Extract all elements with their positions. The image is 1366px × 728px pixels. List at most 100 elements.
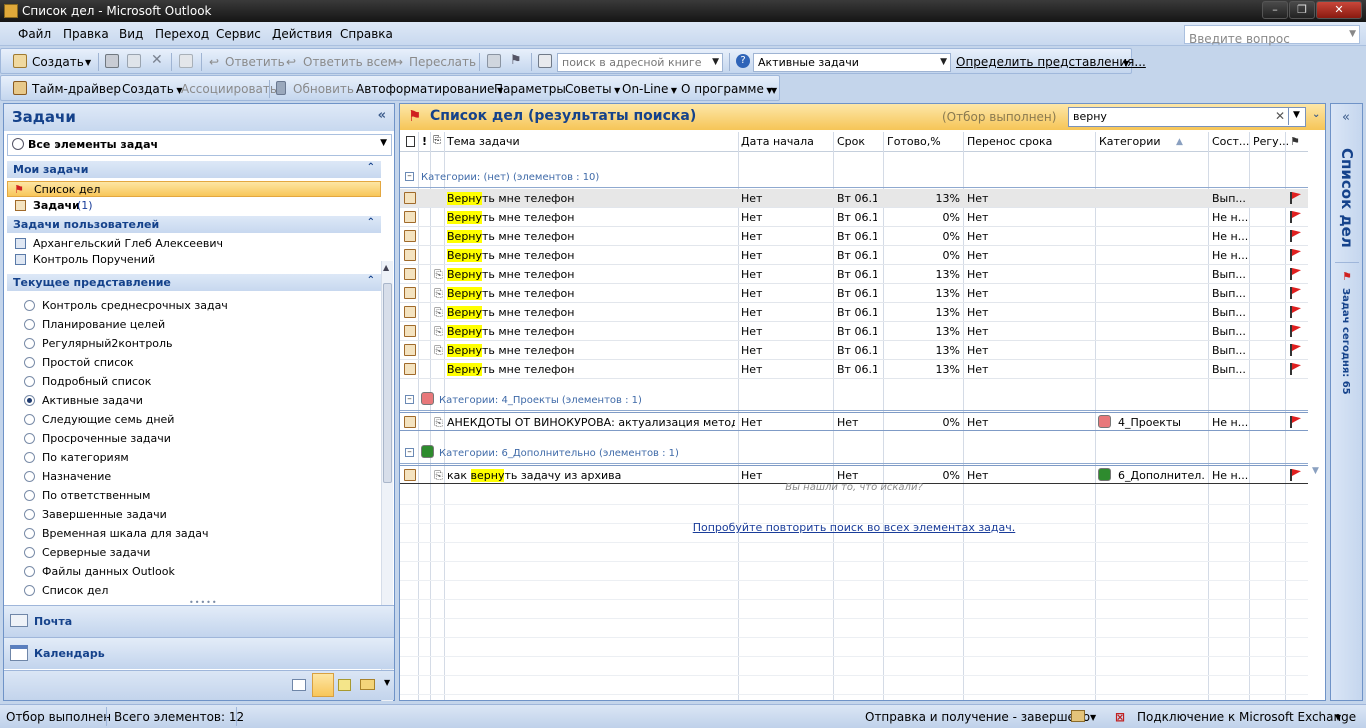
expand-search-icon[interactable]: ⌄ (1312, 109, 1320, 120)
col-subject[interactable]: Тема задачи (447, 135, 520, 148)
col-start-date[interactable]: Дата начала (741, 135, 814, 148)
menu-file[interactable]: Файл (18, 27, 51, 41)
group-header[interactable]: – Категории: 6_Дополнительно (элементов :… (400, 444, 1308, 464)
followup-flag-icon[interactable] (1290, 249, 1301, 261)
task-row[interactable]: Вернуть мне телефон Нет Вт 06.1... Нет Вып..… (400, 360, 1308, 379)
view-radio[interactable] (24, 319, 35, 330)
view-option-label[interactable]: По ответственным (42, 489, 150, 502)
tasks-nav-icon[interactable] (312, 673, 334, 697)
followup-flag-icon[interactable] (1290, 344, 1301, 356)
address-book-icon[interactable] (538, 54, 552, 68)
online-menu[interactable]: On-Line ▼ (622, 82, 677, 96)
nav-calendar-button[interactable]: Календарь (4, 637, 394, 669)
followup-flag-icon[interactable] (1290, 416, 1301, 428)
task-row[interactable]: ⎘ Вернуть мне телефон Нет Вт 06.1... Нет Вып.… (400, 322, 1308, 341)
params-button[interactable]: Параметры (494, 82, 566, 96)
task-row[interactable]: ⎘ Вернуть мне телефон Нет Вт 06.1... Нет Вып.… (400, 303, 1308, 322)
toolbar2-options-chevron[interactable]: ▼ (771, 86, 777, 95)
attachment-column-header[interactable]: ⎘ (433, 135, 441, 146)
group-header[interactable]: – Категории: 4_Проекты (элементов : 1) (400, 391, 1308, 411)
view-radio[interactable] (24, 509, 35, 520)
view-radio[interactable] (24, 585, 35, 596)
view-option-label[interactable]: Файлы данных Outlook (42, 565, 175, 578)
user-folder[interactable]: Архангельский Глеб Алексеевич (7, 236, 381, 252)
define-views-link[interactable]: Определить представления... (956, 55, 1146, 69)
view-radio[interactable] (24, 395, 35, 406)
task-row[interactable]: ⎘ Вернуть мне телефон Нет Вт 06.1... Нет Вып.… (400, 341, 1308, 360)
view-option-label[interactable]: Следующие семь дней (42, 413, 174, 426)
view-option-label[interactable]: Планирование целей (42, 318, 165, 331)
delete-icon[interactable]: ✕ (151, 52, 163, 68)
task-row[interactable]: Вернуть мне телефон Нет Вт 06.1... Нет Не н.… (400, 208, 1308, 227)
view-option-label[interactable]: По категориям (42, 451, 129, 464)
expand-todo-bar-icon[interactable]: « (1342, 110, 1350, 125)
my-tasks-section[interactable]: Мои задачи ⌃ (7, 161, 381, 178)
view-option-label[interactable]: Серверные задачи (42, 546, 150, 559)
view-option-label[interactable]: Подробный список (42, 375, 151, 388)
associate-button[interactable]: Ассоциировать (181, 82, 277, 96)
close-button[interactable]: ✕ (1316, 1, 1362, 19)
col-categories[interactable]: Категории (1099, 135, 1161, 148)
contacts-icon[interactable] (292, 679, 306, 691)
view-radio[interactable] (24, 338, 35, 349)
categorize-icon[interactable] (487, 54, 501, 68)
followup-flag-icon[interactable] (1290, 306, 1301, 318)
followup-flag-icon[interactable] (1290, 287, 1301, 299)
collapse-group-toggle[interactable]: – (405, 395, 414, 404)
view-radio[interactable] (24, 547, 35, 558)
autoformat-menu[interactable]: Автоформатирование ▼ (356, 82, 503, 96)
refresh-button[interactable]: Обновить (293, 82, 354, 96)
view-radio[interactable] (24, 433, 35, 444)
view-radio[interactable] (24, 300, 35, 311)
scroll-thumb[interactable] (383, 283, 392, 483)
reply-all-button[interactable]: Ответить всем (303, 55, 397, 69)
followup-flag-icon[interactable] (1290, 192, 1301, 204)
create-button[interactable]: Создать (32, 55, 84, 69)
task-row[interactable]: Вернуть мне телефон Нет Вт 06.1... Нет Вып..… (400, 189, 1308, 208)
clear-search-icon[interactable]: ✕ (1275, 109, 1285, 123)
print-icon[interactable] (105, 54, 119, 68)
folder-todo-list[interactable]: ⚑ Список дел (7, 181, 381, 197)
menu-go[interactable]: Переход (155, 27, 209, 41)
send-receive-icon[interactable] (1071, 710, 1085, 722)
view-radio[interactable] (24, 376, 35, 387)
view-radio[interactable] (24, 528, 35, 539)
followup-flag-icon[interactable] (1290, 230, 1301, 242)
group-header[interactable]: – Категории: (нет) (элементов : 10) (400, 168, 1308, 188)
configure-buttons-arrow[interactable]: ▼ (384, 678, 390, 687)
view-radio[interactable] (24, 414, 35, 425)
tips-menu[interactable]: Советы ▼ (565, 82, 620, 96)
folder-list-icon[interactable] (360, 679, 375, 690)
help-question-input[interactable]: Введите вопрос ▼ (1184, 25, 1360, 46)
current-view-section[interactable]: Текущее представление ⌃ (7, 274, 381, 291)
help-icon[interactable]: ? (736, 54, 750, 68)
view-option-label[interactable]: Назначение (42, 470, 111, 483)
menu-tools[interactable]: Сервис (216, 27, 261, 41)
view-option-label[interactable]: Активные задачи (42, 394, 143, 407)
reply-button[interactable]: Ответить (225, 55, 285, 69)
view-option-label[interactable]: Контроль среднесрочных задач (42, 299, 228, 312)
menu-help[interactable]: Справка (340, 27, 393, 41)
col-percent[interactable]: Готово,% (887, 135, 941, 148)
followup-flag-icon[interactable] (1290, 268, 1301, 280)
task-row[interactable]: ⎘ Вернуть мне телефон Нет Вт 06.1... Нет Вып.… (400, 284, 1308, 303)
collapse-group-toggle[interactable]: – (405, 448, 414, 457)
task-folder-filter[interactable]: Все элементы задач ▼ (7, 134, 392, 156)
toolbar-options-chevron[interactable]: ▼ (1123, 59, 1129, 68)
search-options-arrow[interactable]: ▼ (1288, 107, 1304, 125)
view-option-label[interactable]: Регулярный2контроль (42, 337, 173, 350)
view-radio[interactable] (24, 490, 35, 501)
forward-button[interactable]: Переслать (409, 55, 476, 69)
td-create-menu[interactable]: Создать ▼ (122, 82, 183, 96)
user-tasks-section[interactable]: Задачи пользователей ⌃ (7, 216, 381, 233)
view-radio[interactable] (24, 566, 35, 577)
scroll-down-arrow[interactable]: ▼ (1312, 466, 1319, 476)
notes-icon[interactable] (338, 679, 351, 691)
search-all-tasks-link[interactable]: Попробуйте повторить поиск во всех элеме… (400, 521, 1308, 534)
view-option-label[interactable]: Просроченные задачи (42, 432, 171, 445)
user-folder[interactable]: Контроль Поручений (7, 252, 381, 268)
menu-actions[interactable]: Действия (272, 27, 332, 41)
send-receive-arrow[interactable]: ▼ (1090, 713, 1096, 722)
address-book-search[interactable]: поиск в адресной книге ▼ (557, 53, 723, 72)
create-dropdown-arrow[interactable]: ▼ (85, 58, 91, 67)
